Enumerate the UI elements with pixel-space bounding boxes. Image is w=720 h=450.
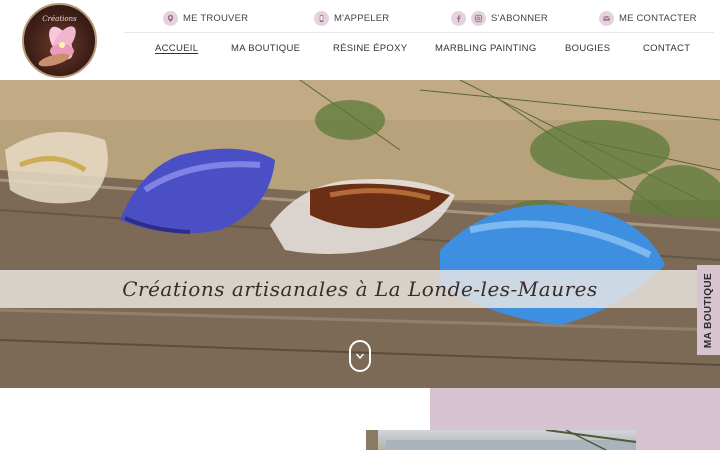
section-photo	[366, 430, 636, 450]
nav-marbling-painting[interactable]: MARBLING PAINTING	[435, 43, 537, 54]
shop-side-tab[interactable]: MA BOUTIQUE	[697, 265, 720, 355]
site-logo[interactable]: Créations	[22, 3, 97, 78]
nav-resine-epoxy[interactable]: RÉSINE ÉPOXY	[333, 43, 407, 54]
call-me-link[interactable]: M'APPELER	[314, 9, 389, 27]
hero-tagline: Créations artisanales à La Londe-les-Mau…	[122, 277, 598, 301]
contact-me-label: ME CONTACTER	[619, 12, 697, 24]
chevron-down-icon	[355, 353, 365, 360]
site-header: Créations ME TROUVER M'APPELER S'ABONNER	[0, 0, 720, 80]
nav-accueil[interactable]: ACCUEIL	[155, 43, 198, 54]
mail-icon	[599, 10, 614, 26]
phone-icon	[314, 10, 329, 26]
find-me-link[interactable]: ME TROUVER	[163, 9, 248, 27]
hero-section: Créations artisanales à La Londe-les-Mau…	[0, 80, 720, 388]
header-divider	[124, 32, 714, 33]
nav-ma-boutique[interactable]: MA BOUTIQUE	[231, 43, 300, 54]
facebook-icon[interactable]	[451, 10, 466, 26]
find-me-label: ME TROUVER	[183, 12, 249, 24]
nav-bougies[interactable]: BOUGIES	[565, 43, 610, 54]
scroll-down-button[interactable]	[349, 340, 371, 372]
shop-side-tab-label: MA BOUTIQUE	[703, 272, 715, 348]
subscribe-label[interactable]: S'ABONNER	[491, 13, 548, 24]
instagram-icon[interactable]	[471, 10, 486, 26]
logo-text: Créations	[42, 15, 77, 23]
contact-me-link[interactable]: ME CONTACTER	[599, 9, 697, 27]
nav-contact[interactable]: CONTACT	[643, 43, 690, 54]
call-me-label: M'APPELER	[334, 12, 390, 24]
hero-banner: Créations artisanales à La Londe-les-Mau…	[0, 270, 720, 308]
follow-links: S'ABONNER	[451, 9, 548, 27]
location-pin-icon	[163, 10, 178, 26]
